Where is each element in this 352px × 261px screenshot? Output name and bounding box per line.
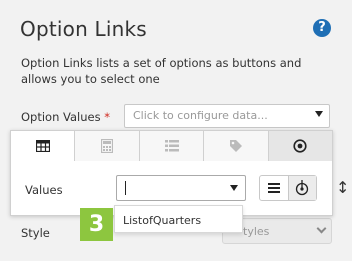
required-mark: * bbox=[104, 110, 111, 124]
pointer-target-icon bbox=[296, 180, 309, 196]
description-text: Option Links lists a set of options as b… bbox=[21, 56, 302, 86]
tab-tag[interactable] bbox=[204, 131, 269, 161]
tag-icon bbox=[229, 140, 242, 152]
list-icon bbox=[164, 140, 179, 152]
data-source-tabs bbox=[11, 131, 333, 161]
option-values-select[interactable]: Click to configure data... bbox=[124, 104, 330, 128]
step-badge: 3 bbox=[80, 208, 113, 241]
target-icon bbox=[293, 139, 307, 153]
help-icon[interactable]: ? bbox=[313, 19, 331, 37]
style-select-value: tyles bbox=[243, 225, 270, 238]
list-mode-button[interactable] bbox=[260, 176, 288, 200]
caret-down-icon bbox=[315, 111, 323, 117]
option-values-placeholder: Click to configure data... bbox=[133, 109, 268, 122]
tab-list[interactable] bbox=[139, 131, 205, 161]
chevron-down-icon bbox=[316, 223, 327, 234]
values-dropdown-list: ListofQuarters bbox=[114, 205, 243, 233]
table-icon bbox=[35, 140, 50, 152]
data-config-popup: Values bbox=[10, 130, 333, 216]
tab-target[interactable] bbox=[268, 131, 333, 161]
style-label: Style bbox=[21, 226, 50, 240]
option-links-panel: Option Links ? Option Links lists a set … bbox=[0, 0, 352, 261]
single-value-mode-button[interactable] bbox=[287, 176, 316, 200]
values-input[interactable] bbox=[116, 175, 246, 201]
tab-calculator[interactable] bbox=[75, 131, 140, 161]
calculator-icon bbox=[101, 139, 114, 153]
page-title: Option Links bbox=[20, 17, 147, 41]
tab-table[interactable] bbox=[11, 131, 76, 161]
caret-down-icon bbox=[230, 185, 238, 191]
option-values-label-text: Option Values bbox=[21, 110, 101, 124]
text-cursor bbox=[125, 181, 126, 195]
menu-lines-icon bbox=[267, 183, 280, 193]
values-label: Values bbox=[25, 183, 63, 197]
option-values-label: Option Values * bbox=[21, 110, 110, 124]
dropdown-option[interactable]: ListofQuarters bbox=[123, 214, 242, 227]
resize-vertical-icon[interactable]: ↕ bbox=[336, 178, 349, 197]
values-mode-toggle bbox=[259, 175, 317, 201]
